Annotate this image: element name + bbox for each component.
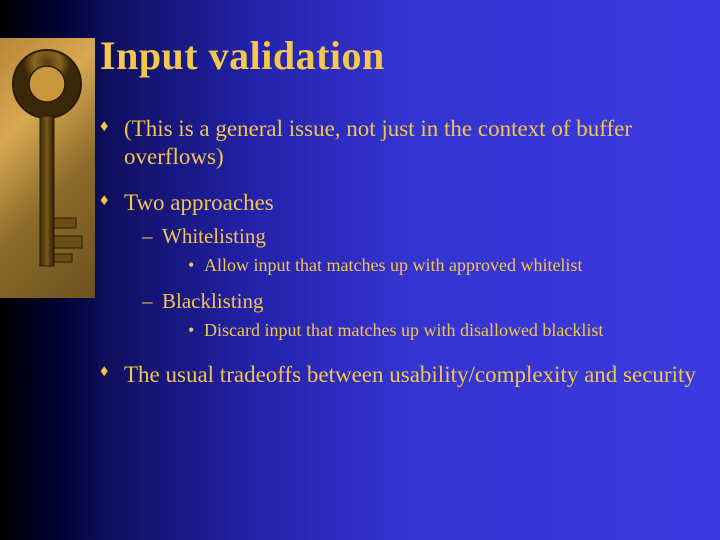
bullet-text: Two approaches [124, 190, 274, 215]
bullet-text: The usual tradeoffs between usability/co… [124, 362, 696, 387]
list-item: Blacklisting Discard input that matches … [142, 288, 700, 343]
list-item: Discard input that matches up with disal… [188, 319, 700, 342]
bullet-text: Allow input that matches up with approve… [204, 255, 582, 275]
bullet-text: Discard input that matches up with disal… [204, 320, 603, 340]
list-item: Two approaches Whitelisting Allow input … [100, 189, 700, 342]
decorative-key-image [0, 38, 95, 298]
sub-sub-list: Allow input that matches up with approve… [162, 254, 700, 277]
bullet-text: Whitelisting [162, 224, 266, 248]
slide-content: Input validation (This is a general issu… [100, 32, 700, 407]
sub-sub-list: Discard input that matches up with disal… [162, 319, 700, 342]
list-item: Whitelisting Allow input that matches up… [142, 223, 700, 278]
list-item: (This is a general issue, not just in th… [100, 115, 700, 171]
bullet-text: Blacklisting [162, 289, 264, 313]
sub-list: Whitelisting Allow input that matches up… [124, 223, 700, 342]
bullet-list: (This is a general issue, not just in th… [100, 115, 700, 389]
list-item: The usual tradeoffs between usability/co… [100, 361, 700, 389]
list-item: Allow input that matches up with approve… [188, 254, 700, 277]
slide-title: Input validation [100, 32, 700, 79]
key-icon [0, 38, 95, 298]
bullet-text: (This is a general issue, not just in th… [124, 116, 632, 169]
